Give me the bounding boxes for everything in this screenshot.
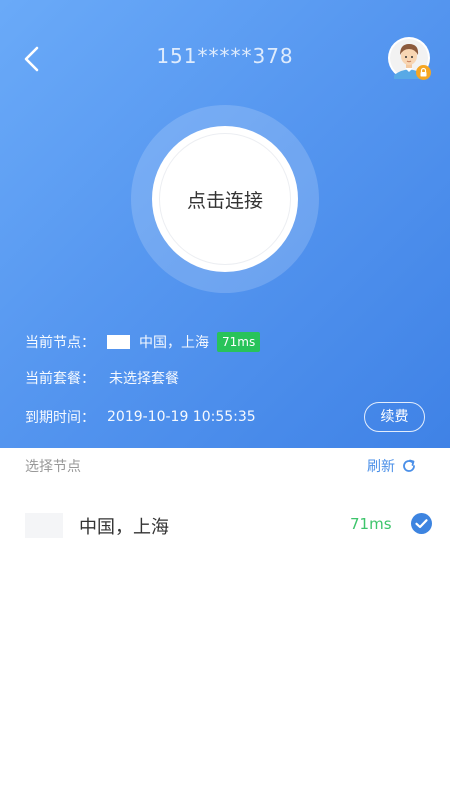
node-flag-icon xyxy=(25,513,63,538)
current-node-label: 当前节点： xyxy=(25,335,95,351)
renew-button[interactable]: 续费 xyxy=(364,402,425,432)
node-flag-icon xyxy=(107,335,130,349)
lock-icon xyxy=(416,65,431,80)
check-circle-icon[interactable] xyxy=(411,513,432,534)
current-node-row: 当前节点： 中国，上海 71ms xyxy=(25,331,261,353)
account-phone-title: 151*****378 xyxy=(156,44,294,68)
header-panel: 151*****378 点击连接 当前节点： 中国，上海 71ms 当前套餐： … xyxy=(0,0,450,448)
refresh-button[interactable]: 刷新 xyxy=(367,456,417,476)
node-name: 中国，上海 xyxy=(79,517,169,538)
vpn-connect-screen: 151*****378 点击连接 当前节点： 中国，上海 71ms 当前套餐： … xyxy=(0,0,450,800)
latency-badge: 71ms xyxy=(217,332,261,352)
connect-button[interactable]: 点击连接 xyxy=(152,126,298,272)
current-plan-value: 未选择套餐 xyxy=(109,371,179,387)
expire-label: 到期时间： xyxy=(25,410,95,426)
expire-value: 2019-10-19 10:55:35 xyxy=(107,409,256,425)
current-plan-row: 当前套餐： 未选择套餐 xyxy=(25,367,179,389)
expire-row: 到期时间： 2019-10-19 10:55:35 xyxy=(25,406,256,428)
node-latency: 71ms xyxy=(350,515,392,533)
node-list-item[interactable]: 中国，上海 71ms xyxy=(0,498,450,554)
current-node-value: 中国，上海 xyxy=(139,335,209,351)
refresh-label: 刷新 xyxy=(367,459,395,475)
current-plan-label: 当前套餐： xyxy=(25,371,95,387)
connect-label: 点击连接 xyxy=(186,189,263,212)
select-node-heading: 选择节点 xyxy=(25,459,81,475)
user-avatar[interactable] xyxy=(388,37,431,80)
refresh-icon xyxy=(403,459,415,472)
